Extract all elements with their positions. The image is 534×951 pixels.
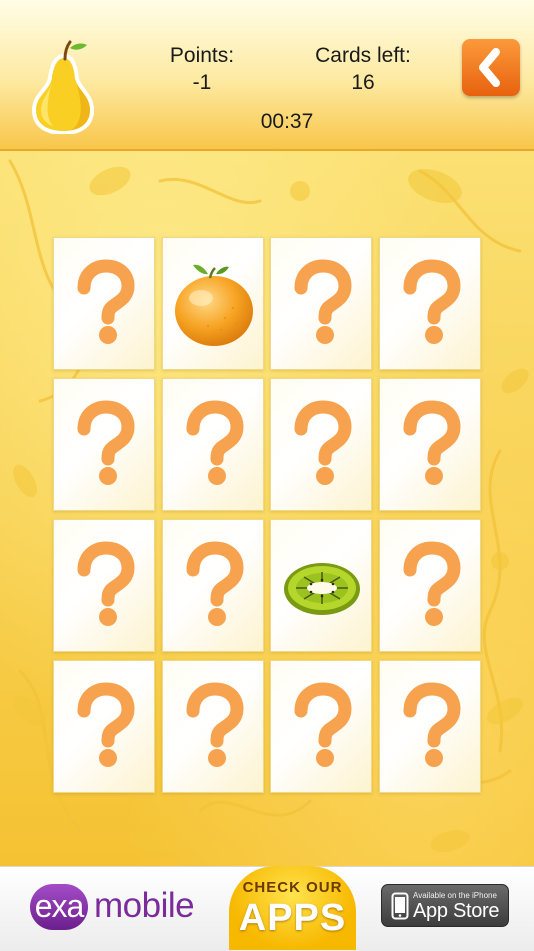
question-mark-icon [403,400,461,485]
check-apps-line2[interactable]: APPS [229,897,356,940]
game-board [0,151,534,866]
memory-card-hidden[interactable] [378,378,481,511]
question-mark-icon [77,259,135,344]
memory-card-hidden[interactable] [53,519,155,652]
game-header: Points: -1 Cards left: 16 00:37 [0,0,534,151]
memory-card-hidden[interactable] [161,660,264,793]
question-mark-icon [77,682,135,767]
cards-left-value: 16 [351,71,375,94]
points-label: Points: [169,44,235,67]
memory-card-hidden[interactable] [161,519,264,652]
question-mark-icon [186,541,244,626]
kiwi-fruit-icon [284,563,360,615]
pear-icon [24,38,104,135]
orange-fruit-icon [174,264,253,346]
question-mark-icon [77,400,135,485]
app-store-button[interactable]: Available on the iPhone App Store [381,884,509,927]
app-store-small-text: Available on the iPhone [413,891,497,900]
memory-card-hidden[interactable] [161,378,264,511]
memory-card-hidden[interactable] [53,660,155,793]
question-mark-icon [77,541,135,626]
memory-card-orange[interactable] [161,237,264,370]
memory-card-hidden[interactable] [270,237,372,370]
memory-card-hidden[interactable] [53,237,155,370]
exa-brand-pill[interactable]: exa [30,884,88,930]
back-button[interactable] [462,39,520,96]
cards-left-label: Cards left: [315,44,411,67]
memory-card-kiwi[interactable] [270,519,372,652]
question-mark-icon [403,259,461,344]
question-mark-icon [403,682,461,767]
check-apps-line1[interactable]: CHECK OUR [229,879,356,896]
memory-card-hidden[interactable] [378,519,481,652]
memory-card-hidden[interactable] [378,237,481,370]
points-value: -1 [192,71,212,94]
memory-card-hidden[interactable] [53,378,155,511]
memory-card-hidden[interactable] [378,660,481,793]
brand-text[interactable]: mobile [94,886,195,926]
chevron-left-icon [479,48,500,87]
question-mark-icon [186,682,244,767]
question-mark-icon [294,259,352,344]
memory-card-hidden[interactable] [270,660,372,793]
question-mark-icon [186,400,244,485]
question-mark-icon [403,541,461,626]
question-mark-icon [294,400,352,485]
memory-card-hidden[interactable] [270,378,372,511]
game-timer: 00:37 [260,110,314,133]
question-mark-icon [294,682,352,767]
iphone-icon [391,892,409,920]
app-store-label: App Store [413,900,500,922]
